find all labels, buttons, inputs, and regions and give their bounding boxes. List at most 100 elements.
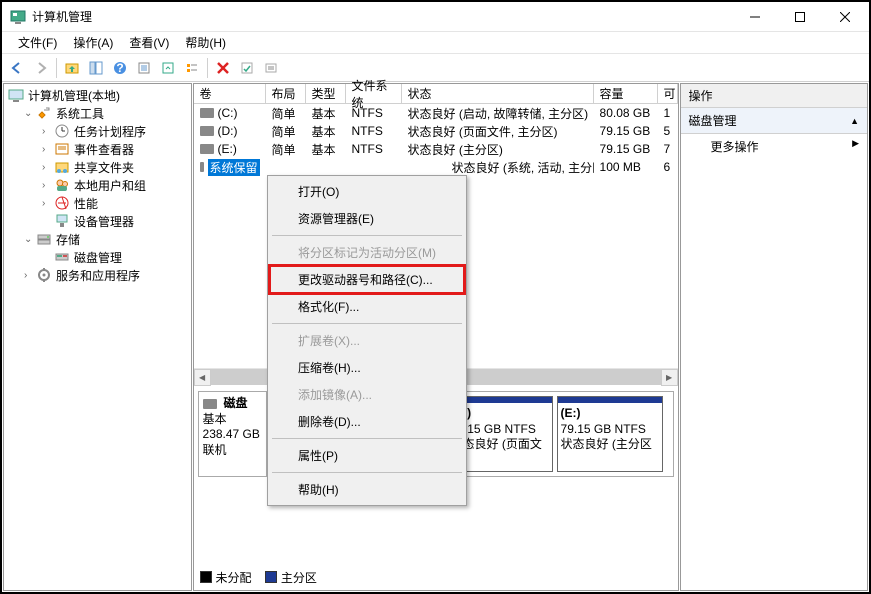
scroll-right-button[interactable]: ▶: [661, 369, 678, 386]
ctx-open[interactable]: 打开(O): [270, 178, 464, 205]
forward-button[interactable]: [30, 57, 52, 79]
expand-toggle[interactable]: ›: [42, 180, 54, 191]
volume-list: (C:) 简单 基本 NTFS 状态良好 (启动, 故障转储, 主分区) 80.…: [194, 104, 678, 176]
part-status: 状态良好 (主分区: [561, 437, 659, 452]
minimize-button[interactable]: [732, 3, 777, 31]
expand-toggle[interactable]: ›: [24, 270, 36, 281]
volume-row-selected[interactable]: 系统保留 状态良好 (系统, 活动, 主分区) 100 MB 6: [194, 158, 678, 176]
column-fs[interactable]: 文件系统: [346, 84, 402, 103]
help-button[interactable]: ?: [109, 57, 131, 79]
tree-label: 性能: [74, 195, 98, 212]
column-free[interactable]: 可: [658, 84, 678, 103]
delete-button[interactable]: [212, 57, 234, 79]
volume-name: 系统保留: [208, 159, 260, 176]
toolbar-separator: [56, 58, 57, 78]
device-icon: [54, 213, 70, 229]
show-hide-tree-button[interactable]: [85, 57, 107, 79]
column-volume[interactable]: 卷: [194, 84, 266, 103]
app-icon: [10, 9, 26, 25]
disk-type: 基本: [203, 412, 262, 428]
back-button[interactable]: [6, 57, 28, 79]
close-button[interactable]: [822, 3, 867, 31]
disk-status: 联机: [203, 443, 262, 459]
cell-free: 1: [658, 106, 678, 120]
cell-status: 状态良好 (启动, 故障转储, 主分区): [402, 105, 594, 122]
maximize-button[interactable]: [777, 3, 822, 31]
tree-diskmgmt[interactable]: 磁盘管理: [6, 248, 189, 266]
ctx-properties[interactable]: 属性(P): [270, 442, 464, 469]
partition[interactable]: (E:) 79.15 GB NTFS 状态良好 (主分区: [557, 396, 663, 472]
tree-devmgr[interactable]: 设备管理器: [6, 212, 189, 230]
column-status[interactable]: 状态: [402, 84, 594, 103]
tree-label: 共享文件夹: [74, 159, 134, 176]
action-more[interactable]: 更多操作 ▶: [681, 134, 867, 159]
tree-label: 系统工具: [56, 105, 104, 122]
ctx-shrink[interactable]: 压缩卷(H)...: [270, 354, 464, 381]
cell-free: 5: [658, 124, 678, 138]
view-list-button[interactable]: [181, 57, 203, 79]
svg-text:?: ?: [116, 61, 123, 75]
cell-layout: 简单: [266, 123, 306, 140]
menu-view[interactable]: 查看(V): [121, 31, 177, 54]
tree-users[interactable]: › 本地用户和组: [6, 176, 189, 194]
settings-button[interactable]: [236, 57, 258, 79]
refresh-button[interactable]: [157, 57, 179, 79]
column-capacity[interactable]: 容量: [594, 84, 658, 103]
tree-storage[interactable]: ⌄ 存储: [6, 230, 189, 248]
tree-systools[interactable]: ⌄ 系统工具: [6, 104, 189, 122]
disk-icon: [54, 249, 70, 265]
cell-cap: 80.08 GB: [594, 106, 658, 120]
window-title: 计算机管理: [32, 8, 732, 25]
tree-services[interactable]: › 服务和应用程序: [6, 266, 189, 284]
cell-free: 6: [658, 160, 678, 174]
up-button[interactable]: [61, 57, 83, 79]
ctx-explorer[interactable]: 资源管理器(E): [270, 205, 464, 232]
volume-row[interactable]: (C:) 简单 基本 NTFS 状态良好 (启动, 故障转储, 主分区) 80.…: [194, 104, 678, 122]
cell-type: 基本: [306, 105, 346, 122]
tree-scheduler[interactable]: › 任务计划程序: [6, 122, 189, 140]
expand-toggle[interactable]: ⌄: [24, 234, 36, 245]
cell-type: 基本: [306, 123, 346, 140]
volume-row[interactable]: (E:) 简单 基本 NTFS 状态良好 (主分区) 79.15 GB 7: [194, 140, 678, 158]
cell-status: 状态良好 (主分区): [402, 141, 594, 158]
tree-perf[interactable]: › 性能: [6, 194, 189, 212]
disk-info[interactable]: 磁盘 基本 238.47 GB 联机: [199, 392, 267, 476]
tree-label: 本地用户和组: [74, 177, 146, 194]
column-layout[interactable]: 布局: [266, 84, 306, 103]
tree-eventviewer[interactable]: › 事件查看器: [6, 140, 189, 158]
ctx-help[interactable]: 帮助(H): [270, 476, 464, 503]
menu-action[interactable]: 操作(A): [65, 31, 121, 54]
action-section-label: 磁盘管理: [689, 112, 737, 129]
column-type[interactable]: 类型: [306, 84, 346, 103]
volume-row[interactable]: (D:) 简单 基本 NTFS 状态良好 (页面文件, 主分区) 79.15 G…: [194, 122, 678, 140]
cell-layout: 简单: [266, 105, 306, 122]
tree-panel[interactable]: 计算机管理(本地) ⌄ 系统工具 › 任务计划程序 › 事件查看器 › 共享文件…: [3, 83, 192, 591]
expand-toggle[interactable]: ›: [42, 198, 54, 209]
extra-button[interactable]: [260, 57, 282, 79]
ctx-separator: [272, 323, 462, 324]
tree-label: 设备管理器: [74, 213, 134, 230]
volume-icon: [200, 108, 214, 118]
tree-shared[interactable]: › 共享文件夹: [6, 158, 189, 176]
ctx-format[interactable]: 格式化(F)...: [270, 293, 464, 320]
action-section[interactable]: 磁盘管理 ▲: [681, 108, 867, 134]
ctx-change-drive-letter[interactable]: 更改驱动器号和路径(C)...: [270, 266, 464, 293]
cell-free: 7: [658, 142, 678, 156]
tree-label: 存储: [56, 231, 80, 248]
tree-root[interactable]: 计算机管理(本地): [6, 86, 189, 104]
expand-toggle[interactable]: ›: [42, 144, 54, 155]
computer-icon: [8, 87, 24, 103]
menu-help[interactable]: 帮助(H): [177, 31, 234, 54]
volume-name: (D:): [218, 124, 238, 138]
expand-toggle[interactable]: ›: [42, 126, 54, 137]
scroll-left-button[interactable]: ◀: [194, 369, 211, 386]
ctx-extend: 扩展卷(X)...: [270, 327, 464, 354]
disk-label: 磁盘: [224, 396, 248, 412]
properties-button[interactable]: [133, 57, 155, 79]
menu-file[interactable]: 文件(F): [10, 31, 65, 54]
expand-toggle[interactable]: ⌄: [24, 108, 36, 119]
ctx-delete[interactable]: 删除卷(D)...: [270, 408, 464, 435]
tree-label: 任务计划程序: [74, 123, 146, 140]
expand-toggle[interactable]: ›: [42, 162, 54, 173]
tree-label: 服务和应用程序: [56, 267, 140, 284]
